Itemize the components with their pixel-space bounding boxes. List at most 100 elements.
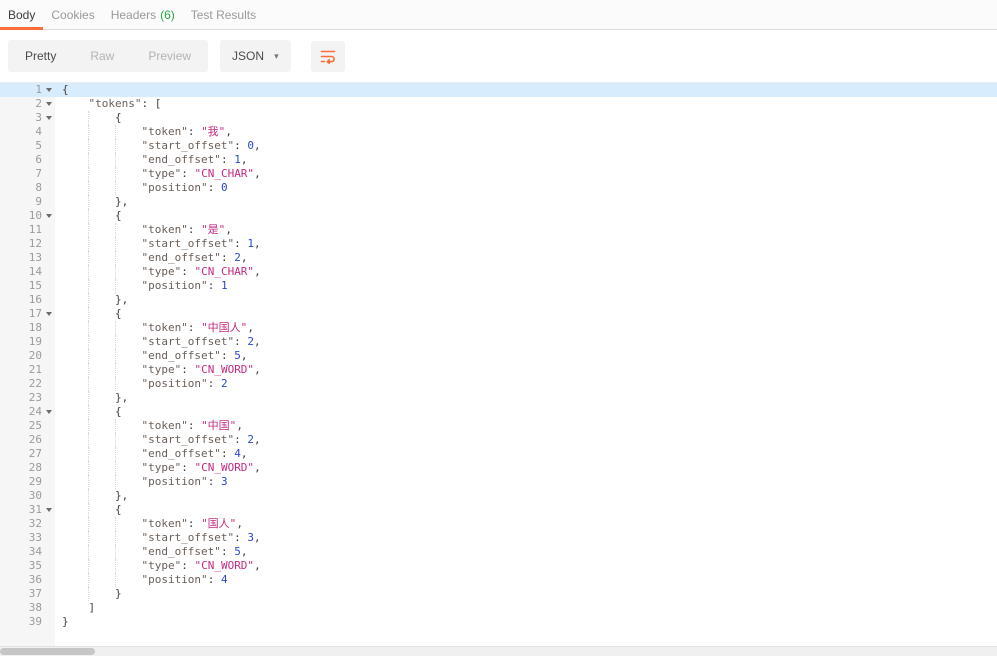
- language-select[interactable]: JSON ▾: [220, 40, 291, 72]
- fold-toggle-icon[interactable]: [46, 312, 52, 316]
- wrap-lines-icon: [319, 47, 337, 65]
- indent-guide: [88, 545, 114, 559]
- code-line[interactable]: 15"position": 1: [0, 279, 997, 293]
- code-line[interactable]: 31{: [0, 503, 997, 517]
- indent-guide: [115, 251, 141, 265]
- line-number: 28: [0, 461, 55, 475]
- code-line[interactable]: 20"end_offset": 5,: [0, 349, 997, 363]
- fold-toggle-icon[interactable]: [46, 410, 52, 414]
- fold-toggle-icon[interactable]: [46, 214, 52, 218]
- indent-guide: [62, 559, 88, 573]
- line-number: 1: [0, 83, 55, 97]
- line-number: 34: [0, 545, 55, 559]
- horizontal-scrollbar[interactable]: [0, 646, 997, 656]
- tab-test-results-label: Test Results: [191, 8, 256, 22]
- code-line[interactable]: 22"position": 2: [0, 377, 997, 391]
- code-line[interactable]: 29"position": 3: [0, 475, 997, 489]
- code-line[interactable]: 24{: [0, 405, 997, 419]
- fold-toggle-icon[interactable]: [46, 102, 52, 106]
- code-line[interactable]: 36"position": 4: [0, 573, 997, 587]
- fold-toggle-icon[interactable]: [46, 508, 52, 512]
- indent-guide: [88, 377, 114, 391]
- code-line[interactable]: 3{: [0, 111, 997, 125]
- code-line[interactable]: 32"token": "国人",: [0, 517, 997, 531]
- line-number: 38: [0, 601, 55, 615]
- indent-guide: [62, 265, 88, 279]
- code-line[interactable]: 18"token": "中国人",: [0, 321, 997, 335]
- tab-headers[interactable]: Headers (6): [103, 0, 183, 29]
- code-line[interactable]: 10{: [0, 209, 997, 223]
- fold-toggle-icon[interactable]: [46, 116, 52, 120]
- code-line[interactable]: 39}: [0, 615, 997, 629]
- view-toggle-raw[interactable]: Raw: [73, 40, 131, 72]
- indent-guide: [115, 447, 141, 461]
- code-line[interactable]: 11"token": "是",: [0, 223, 997, 237]
- code-line[interactable]: 37}: [0, 587, 997, 601]
- indent-guide: [62, 125, 88, 139]
- code-editor: 1{2"tokens": [3{4"token": "我",5"start_of…: [0, 82, 997, 646]
- code-line[interactable]: 5"start_offset": 0,: [0, 139, 997, 153]
- code-line[interactable]: 7"type": "CN_CHAR",: [0, 167, 997, 181]
- code-line[interactable]: 2"tokens": [: [0, 97, 997, 111]
- code-line-text: {: [55, 111, 997, 125]
- fold-toggle-icon[interactable]: [46, 88, 52, 92]
- code-line-text: {: [55, 405, 997, 419]
- line-number: 33: [0, 531, 55, 545]
- code-line[interactable]: 27"end_offset": 4,: [0, 447, 997, 461]
- code-line[interactable]: 14"type": "CN_CHAR",: [0, 265, 997, 279]
- code-line-text: "position": 2: [55, 377, 997, 391]
- indent-guide: [115, 475, 141, 489]
- indent-guide: [115, 237, 141, 251]
- code-line[interactable]: 23},: [0, 391, 997, 405]
- indent-guide: [62, 545, 88, 559]
- line-number: 39: [0, 615, 55, 629]
- code-line[interactable]: 4"token": "我",: [0, 125, 997, 139]
- indent-guide: [62, 307, 88, 321]
- line-number: 25: [0, 419, 55, 433]
- code-line[interactable]: 8"position": 0: [0, 181, 997, 195]
- code-line[interactable]: 9},: [0, 195, 997, 209]
- code-line[interactable]: 35"type": "CN_WORD",: [0, 559, 997, 573]
- indent-guide: [88, 559, 114, 573]
- line-number: 20: [0, 349, 55, 363]
- indent-guide: [115, 517, 141, 531]
- code-line[interactable]: 12"start_offset": 1,: [0, 237, 997, 251]
- indent-guide: [62, 139, 88, 153]
- line-number: 17: [0, 307, 55, 321]
- line-number: 18: [0, 321, 55, 335]
- code-line[interactable]: 13"end_offset": 2,: [0, 251, 997, 265]
- indent-guide: [88, 181, 114, 195]
- code-line[interactable]: 30},: [0, 489, 997, 503]
- indent-guide: [115, 559, 141, 573]
- code-line[interactable]: 38]: [0, 601, 997, 615]
- code-line[interactable]: 25"token": "中国",: [0, 419, 997, 433]
- indent-guide: [88, 475, 114, 489]
- code-line-text: },: [55, 293, 997, 307]
- code-line[interactable]: 26"start_offset": 2,: [0, 433, 997, 447]
- line-number: 14: [0, 265, 55, 279]
- tab-cookies[interactable]: Cookies: [43, 0, 102, 29]
- code-line[interactable]: 21"type": "CN_WORD",: [0, 363, 997, 377]
- scrollbar-thumb[interactable]: [0, 648, 95, 655]
- code-line[interactable]: 34"end_offset": 5,: [0, 545, 997, 559]
- code-line[interactable]: 1{: [0, 83, 997, 97]
- indent-guide: [62, 531, 88, 545]
- wrap-lines-button[interactable]: [311, 41, 345, 72]
- code-line[interactable]: 16},: [0, 293, 997, 307]
- code-line[interactable]: 28"type": "CN_WORD",: [0, 461, 997, 475]
- code-line[interactable]: 17{: [0, 307, 997, 321]
- indent-guide: [88, 251, 114, 265]
- code-line-text: "type": "CN_WORD",: [55, 363, 997, 377]
- code-line[interactable]: 19"start_offset": 2,: [0, 335, 997, 349]
- indent-guide: [88, 573, 114, 587]
- line-number: 7: [0, 167, 55, 181]
- code-line[interactable]: 33"start_offset": 3,: [0, 531, 997, 545]
- indent-guide: [62, 461, 88, 475]
- code-line[interactable]: 6"end_offset": 1,: [0, 153, 997, 167]
- line-number: 29: [0, 475, 55, 489]
- view-toggle-pretty[interactable]: Pretty: [8, 40, 73, 72]
- tab-body[interactable]: Body: [0, 0, 43, 29]
- view-toggle-preview[interactable]: Preview: [131, 40, 208, 72]
- indent-guide: [115, 125, 141, 139]
- tab-test-results[interactable]: Test Results: [183, 0, 264, 29]
